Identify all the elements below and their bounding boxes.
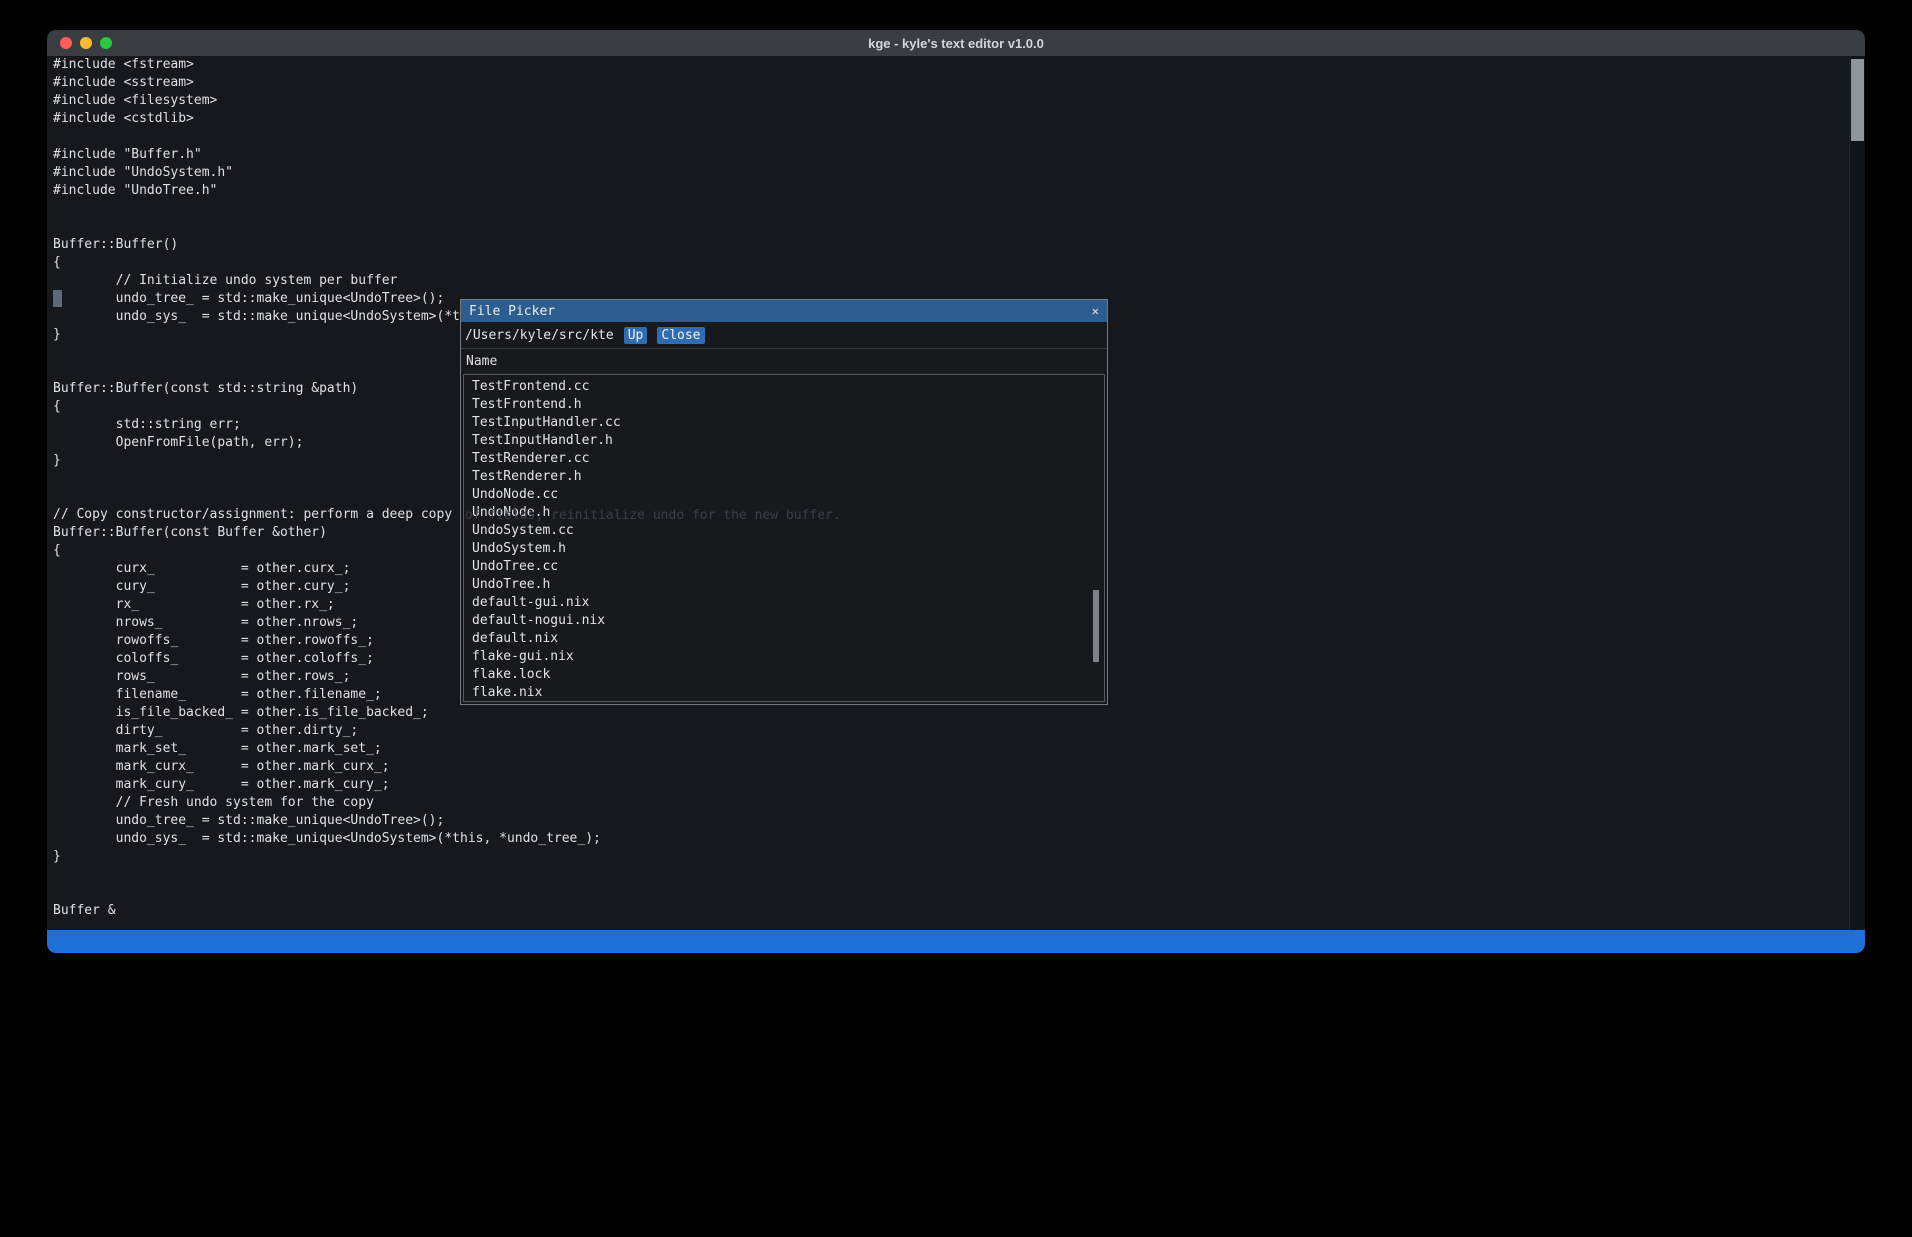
code-line: mark_set_ = other.mark_set_; — [53, 740, 1848, 758]
code-line: #include <sstream> — [53, 74, 1848, 92]
code-line: Buffer::Buffer() — [53, 236, 1848, 254]
close-button[interactable]: Close — [657, 327, 704, 344]
code-line: #include <fstream> — [53, 56, 1848, 74]
up-button[interactable]: Up — [624, 327, 648, 344]
column-header-name: Name — [461, 349, 1107, 374]
file-list-item[interactable]: TestInputHandler.h — [464, 432, 1104, 450]
file-picker-dialog: File Picker ✕ /Users/kyle/src/kte Up Clo… — [460, 299, 1108, 705]
code-line — [53, 866, 1848, 884]
file-list-item[interactable]: flake-gui.nix — [464, 648, 1104, 666]
editor-scrollbar[interactable] — [1849, 56, 1865, 930]
app-window: kge - kyle's text editor v1.0.0 #include… — [47, 30, 1865, 953]
file-list-item[interactable]: flake.nix — [464, 684, 1104, 702]
code-line: // Initialize undo system per buffer — [53, 272, 1848, 290]
code-line — [53, 218, 1848, 236]
code-line: undo_sys_ = std::make_unique<UndoSystem>… — [53, 830, 1848, 848]
text-cursor — [53, 290, 62, 307]
current-path: /Users/kyle/src/kte — [465, 328, 614, 343]
file-list-item[interactable]: default.nix — [464, 630, 1104, 648]
code-line: dirty_ = other.dirty_; — [53, 722, 1848, 740]
path-row: /Users/kyle/src/kte Up Close — [461, 322, 1107, 349]
code-line: undo_tree_ = std::make_unique<UndoTree>(… — [53, 812, 1848, 830]
file-list-item[interactable]: UndoSystem.cc — [464, 522, 1104, 540]
file-list-item[interactable]: UndoNode.cc — [464, 486, 1104, 504]
window-titlebar: kge - kyle's text editor v1.0.0 — [47, 30, 1865, 56]
code-line: } — [53, 848, 1848, 866]
dialog-title: File Picker — [469, 304, 555, 319]
file-list-item[interactable]: TestFrontend.cc — [464, 378, 1104, 396]
code-line: mark_curx_ = other.mark_curx_; — [53, 758, 1848, 776]
file-list[interactable]: TestFrontend.ccTestFrontend.hTestInputHa… — [463, 374, 1105, 702]
traffic-lights — [47, 37, 112, 49]
code-line: is_file_backed_ = other.is_file_backed_; — [53, 704, 1848, 722]
code-line — [53, 128, 1848, 146]
editor-scrollbar-thumb[interactable] — [1851, 59, 1864, 141]
code-line: #include "UndoSystem.h" — [53, 164, 1848, 182]
file-picker-titlebar[interactable]: File Picker ✕ — [461, 300, 1107, 322]
code-line: mark_cury_ = other.mark_cury_; — [53, 776, 1848, 794]
file-list-scrollbar-thumb[interactable] — [1093, 590, 1099, 662]
status-bar: kge v1.0.0 [1/1] Buffer.cc 486L Open Fil… — [47, 930, 1865, 953]
file-list-item[interactable]: default-nogui.nix — [464, 612, 1104, 630]
code-line: #include <filesystem> — [53, 92, 1848, 110]
code-line: // Fresh undo system for the copy — [53, 794, 1848, 812]
file-list-item[interactable]: UndoSystem.h — [464, 540, 1104, 558]
code-line: { — [53, 254, 1848, 272]
dialog-close-icon[interactable]: ✕ — [1092, 304, 1099, 318]
zoom-window-button[interactable] — [100, 37, 112, 49]
code-line: #include "UndoTree.h" — [53, 182, 1848, 200]
file-list-item[interactable]: flake.lock — [464, 666, 1104, 684]
close-window-button[interactable] — [60, 37, 72, 49]
file-list-item[interactable]: TestRenderer.h — [464, 468, 1104, 486]
file-list-item[interactable]: UndoTree.cc — [464, 558, 1104, 576]
file-list-item[interactable]: TestInputHandler.cc — [464, 414, 1104, 432]
file-list-item[interactable]: default-gui.nix — [464, 594, 1104, 612]
code-line: #include <cstdlib> — [53, 110, 1848, 128]
file-list-item[interactable]: UndoTree.h — [464, 576, 1104, 594]
file-list-item[interactable]: TestRenderer.cc — [464, 450, 1104, 468]
code-line: #include "Buffer.h" — [53, 146, 1848, 164]
file-list-item[interactable]: TestFrontend.h — [464, 396, 1104, 414]
minimize-window-button[interactable] — [80, 37, 92, 49]
file-list-item[interactable]: UndoNode.h — [464, 504, 1104, 522]
code-line — [53, 884, 1848, 902]
code-line — [53, 200, 1848, 218]
window-title: kge - kyle's text editor v1.0.0 — [47, 36, 1865, 51]
code-line: Buffer & — [53, 902, 1848, 920]
